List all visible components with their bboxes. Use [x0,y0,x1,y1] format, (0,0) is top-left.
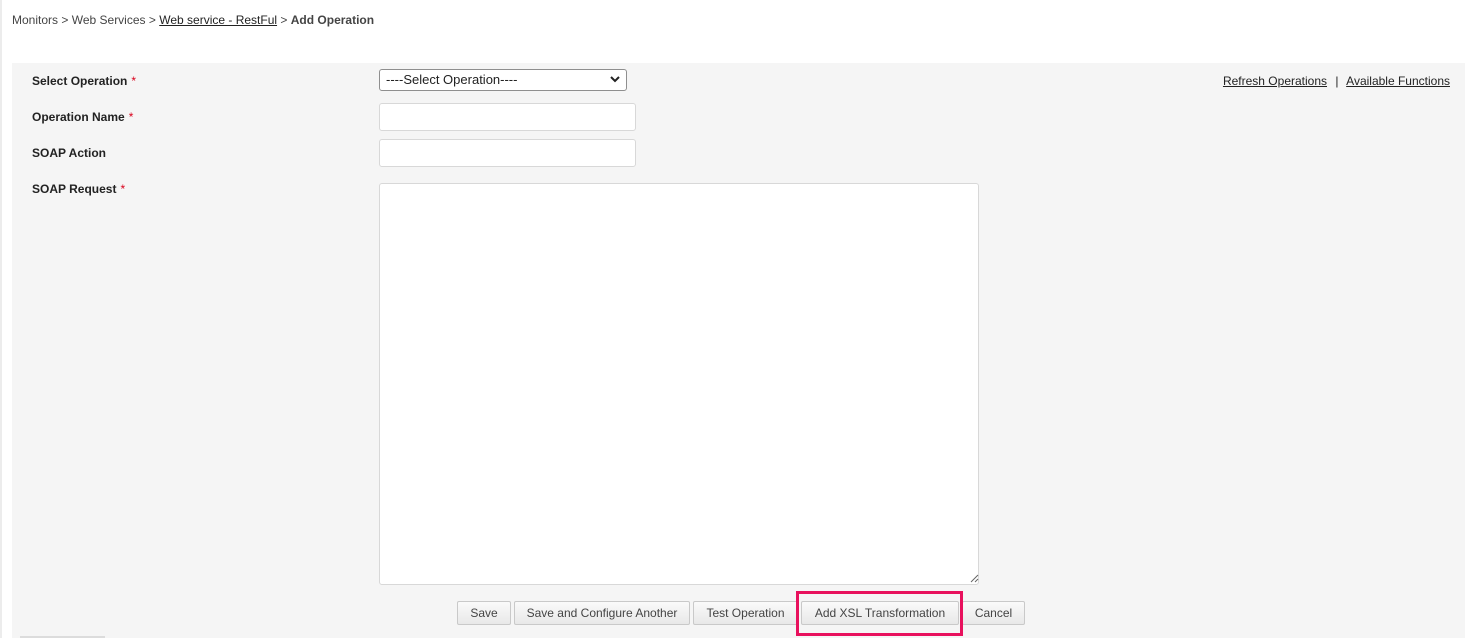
select-operation-label: Select Operation * [32,74,136,88]
add-xsl-transformation-button[interactable]: Add XSL Transformation [801,601,959,625]
operation-name-input[interactable] [379,103,636,131]
operation-name-label: Operation Name * [32,110,133,124]
required-asterisk: * [120,182,126,196]
chevron-down-icon [610,76,620,83]
left-edge-border [0,0,2,638]
breadcrumb-web-services[interactable]: Web Services [72,13,146,27]
soap-action-label: SOAP Action [32,146,107,160]
refresh-operations-link[interactable]: Refresh Operations [1223,74,1327,88]
breadcrumb-separator: > [61,13,69,27]
soap-action-input[interactable] [379,139,636,167]
available-functions-link[interactable]: Available Functions [1346,74,1450,88]
select-operation-dropdown[interactable]: ----Select Operation---- [379,69,627,91]
breadcrumb-separator: > [148,13,156,27]
link-separator: | [1335,74,1339,88]
select-operation-value: ----Select Operation---- [386,72,518,87]
required-asterisk: * [131,74,137,88]
breadcrumb-web-service-restful[interactable]: Web service - RestFul [159,13,277,27]
soap-request-label-text: SOAP Request [32,182,117,196]
required-asterisk: * [128,110,134,124]
cancel-button[interactable]: Cancel [962,601,1025,625]
breadcrumb-current: Add Operation [290,13,375,27]
breadcrumb-separator: > [280,13,288,27]
operation-name-label-text: Operation Name [32,110,125,124]
breadcrumb-monitors[interactable]: Monitors [12,13,58,27]
breadcrumb: Monitors > Web Services > Web service - … [12,13,374,27]
resize-grip-icon[interactable] [969,573,979,583]
add-operation-form: Select Operation * ----Select Operation--… [12,63,1465,638]
test-operation-button[interactable]: Test Operation [693,601,798,625]
select-operation-label-text: Select Operation [32,74,128,88]
soap-request-label: SOAP Request * [32,182,125,196]
soap-request-textarea[interactable] [379,183,979,585]
top-links: Refresh Operations | Available Functions [1223,74,1450,88]
save-and-configure-another-button[interactable]: Save and Configure Another [514,601,690,625]
save-button[interactable]: Save [457,601,511,625]
